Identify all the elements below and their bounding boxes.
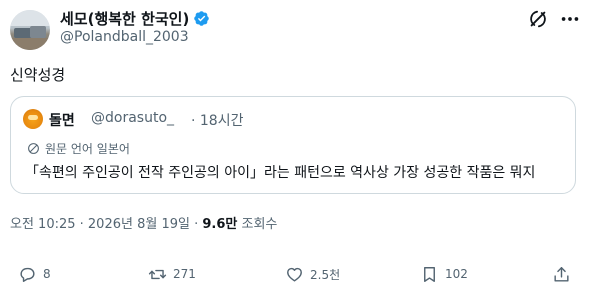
quoted-tweet-time[interactable]: · 18시간 [191,110,243,130]
quoted-tweet-text: 「속편의 주인공이 전작 주인공의 아이」라는 패턴으로 역사상 가장 성공한 … [25,165,536,181]
author-display-name[interactable]: 세모(행복한 한국인) [60,8,189,29]
share-icon [554,266,569,282]
like-button[interactable]: 2.5천 [285,262,340,286]
quoted-author-avatar[interactable] [23,109,43,129]
quoted-author-handle[interactable]: @dorasuto_ [91,110,174,126]
translate-icon [28,143,39,154]
translation-note-label: 원문 언어 일본어 [45,142,130,156]
bookmark-count: 102 [445,267,468,281]
author-name-row: 세모(행복한 한국인) [60,8,210,28]
tweet-timestamp[interactable]: 오전 10:25 · 2026년 8월 19일 · [10,217,202,232]
tweet-meta: 오전 10:25 · 2026년 8월 19일 · 9.6만 조회수 [10,213,277,232]
author-handle[interactable]: @Polandball_2003 [60,29,189,45]
retweet-count: 271 [173,267,196,281]
translation-note: 원문 언어 일본어 [27,140,130,157]
quoted-tweet[interactable]: 돌면 @dorasuto_ · 18시간 원문 언어 일본어 「속편의 주인공이… [10,96,576,194]
verified-badge-icon [194,10,210,26]
grok-icon[interactable] [527,8,549,30]
bookmark-icon [424,266,435,282]
heart-icon [287,267,302,282]
reply-icon [20,267,35,282]
retweet-button[interactable]: 271 [148,262,196,286]
like-count: 2.5천 [310,267,341,282]
share-button[interactable] [552,262,571,286]
retweet-icon [148,269,167,279]
more-options-icon[interactable] [559,8,581,30]
action-bar: 8 271 2.5천 102 [0,262,589,286]
author-avatar[interactable] [10,10,50,50]
views-count: 9.6만 [202,217,238,232]
reply-count: 8 [43,267,51,281]
reply-button[interactable]: 8 [18,262,51,286]
tweet-text: 신약성경 [10,66,66,84]
views-label: 조회수 [237,217,278,232]
bookmark-button[interactable]: 102 [420,262,468,286]
quoted-author-name[interactable]: 돌면 [49,110,75,130]
